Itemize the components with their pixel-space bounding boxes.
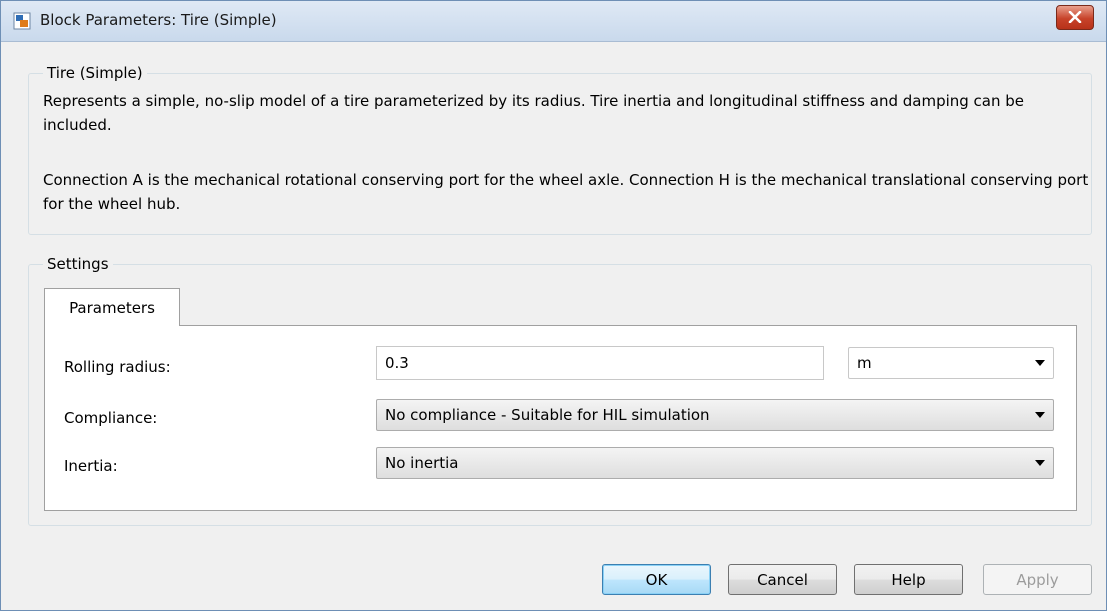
compliance-label: Compliance: xyxy=(64,409,158,427)
description-legend: Tire (Simple) xyxy=(43,64,147,82)
compliance-select[interactable]: No compliance - Suitable for HIL simulat… xyxy=(376,399,1054,431)
rolling-radius-label: Rolling radius: xyxy=(64,358,171,376)
block-parameters-dialog: Block Parameters: Tire (Simple) Tire (Si… xyxy=(0,0,1107,611)
ok-button[interactable]: OK xyxy=(602,564,711,595)
cancel-button[interactable]: Cancel xyxy=(728,564,837,595)
apply-button[interactable]: Apply xyxy=(983,564,1092,595)
help-button-label: Help xyxy=(891,570,926,589)
chevron-down-icon xyxy=(1035,460,1045,466)
cancel-button-label: Cancel xyxy=(757,570,808,589)
apply-button-label: Apply xyxy=(1016,570,1059,589)
window-title: Block Parameters: Tire (Simple) xyxy=(40,11,277,29)
inertia-select[interactable]: No inertia xyxy=(376,447,1054,479)
inertia-value: No inertia xyxy=(385,454,459,472)
close-icon xyxy=(1068,9,1082,27)
help-button[interactable]: Help xyxy=(854,564,963,595)
ok-button-label: OK xyxy=(645,570,668,589)
dialog-content: Tire (Simple) Represents a simple, no-sl… xyxy=(1,42,1106,610)
description-paragraph-1: Represents a simple, no-slip model of a … xyxy=(43,92,1025,134)
rolling-radius-input[interactable] xyxy=(376,346,824,380)
close-button[interactable] xyxy=(1056,5,1094,30)
description-group: Tire (Simple) Represents a simple, no-sl… xyxy=(28,64,1092,235)
rolling-radius-unit-select[interactable]: m xyxy=(848,347,1054,379)
inertia-label: Inertia: xyxy=(64,457,118,475)
rolling-radius-unit-value: m xyxy=(857,354,872,372)
simulink-block-icon xyxy=(13,12,31,30)
title-bar[interactable]: Block Parameters: Tire (Simple) xyxy=(1,1,1106,42)
chevron-down-icon xyxy=(1035,360,1045,366)
tab-parameters[interactable]: Parameters xyxy=(44,288,180,326)
description-paragraph-2: Connection A is the mechanical rotationa… xyxy=(43,171,1089,213)
parameters-panel: Rolling radius: m Compliance: No complia… xyxy=(44,325,1077,511)
chevron-down-icon xyxy=(1035,412,1045,418)
compliance-value: No compliance - Suitable for HIL simulat… xyxy=(385,406,710,424)
tab-parameters-label: Parameters xyxy=(69,298,155,317)
settings-legend: Settings xyxy=(43,255,113,273)
